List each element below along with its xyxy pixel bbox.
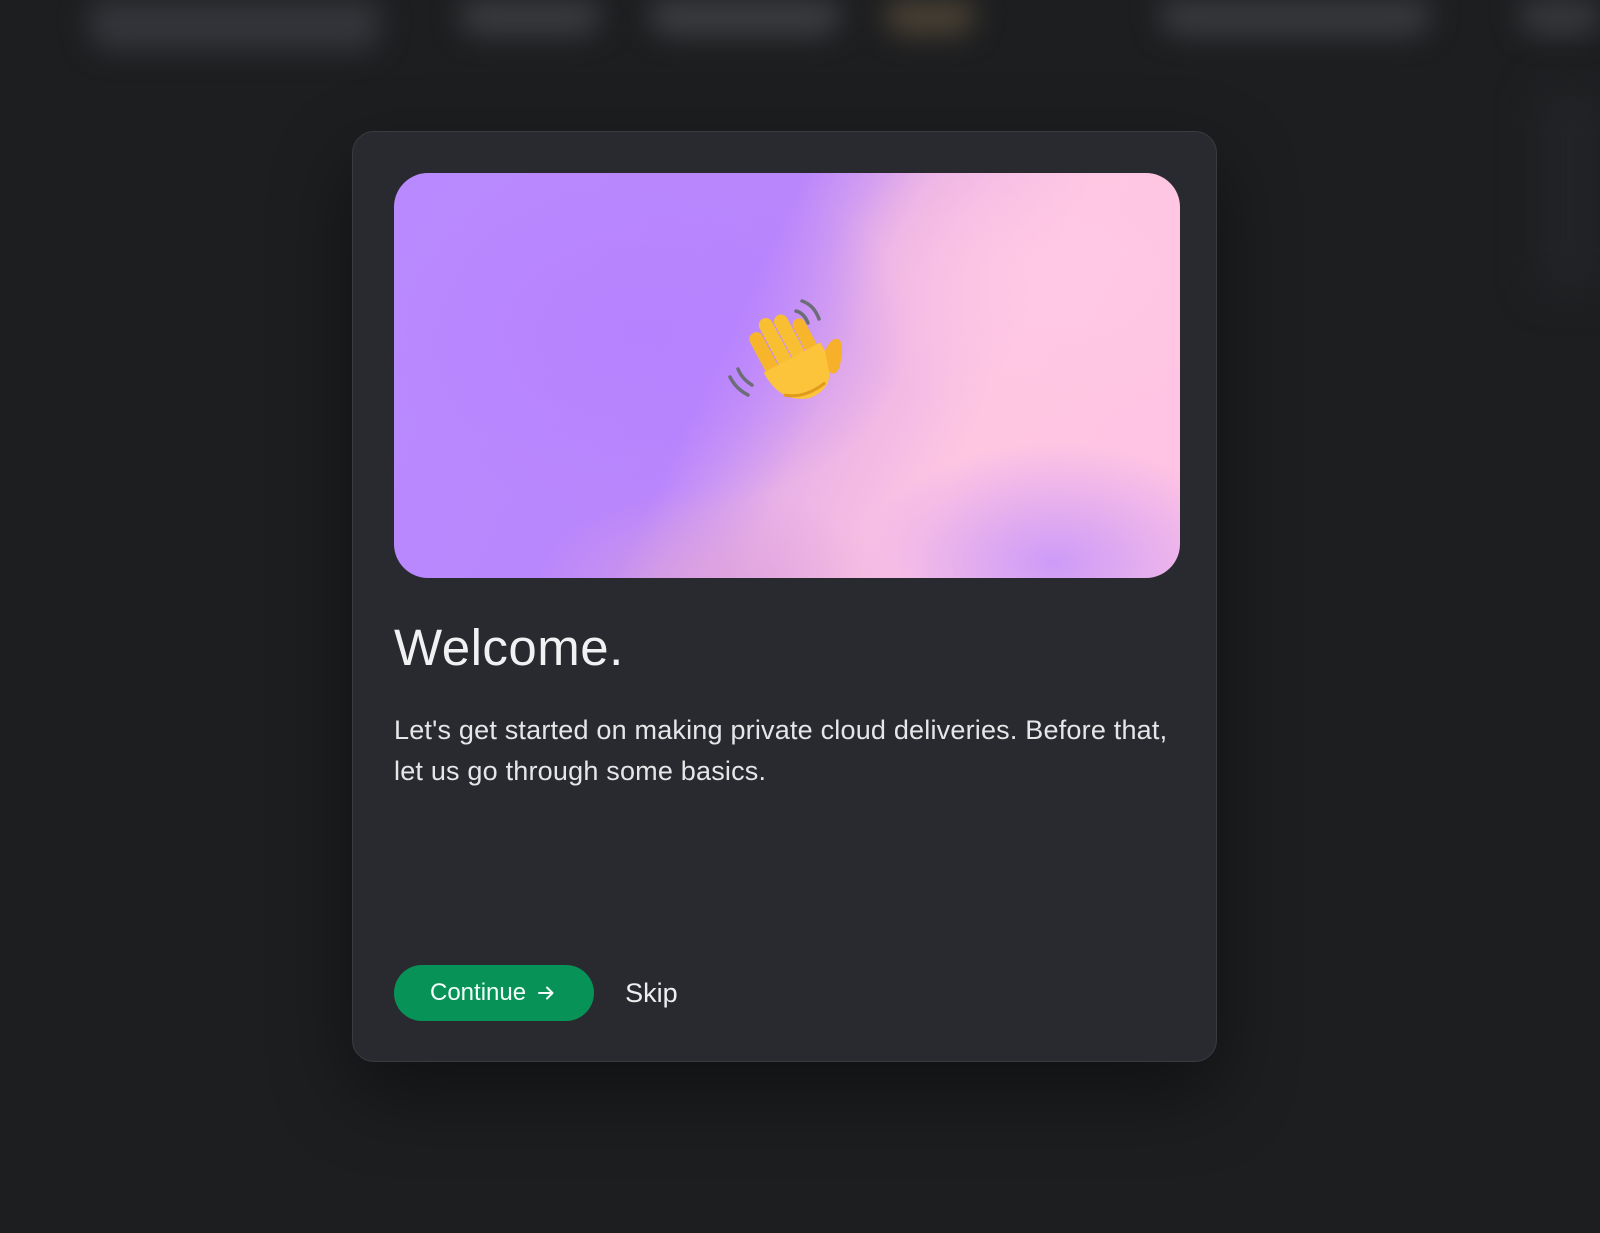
waving-hand-icon xyxy=(728,299,843,399)
continue-button-label: Continue xyxy=(430,979,527,1006)
arrow-right-icon xyxy=(538,986,554,1000)
page-title: Welcome. xyxy=(394,619,624,676)
skip-button[interactable]: Skip xyxy=(625,978,678,1009)
welcome-description: Let's get started on making private clou… xyxy=(394,715,1168,786)
modal-actions: Continue Skip xyxy=(394,965,678,1021)
continue-button[interactable]: Continue xyxy=(394,965,595,1021)
hero-banner xyxy=(394,173,1180,578)
blurred-app-header xyxy=(0,0,1600,90)
welcome-modal: Welcome. Let's get started on making pri… xyxy=(352,131,1217,1062)
